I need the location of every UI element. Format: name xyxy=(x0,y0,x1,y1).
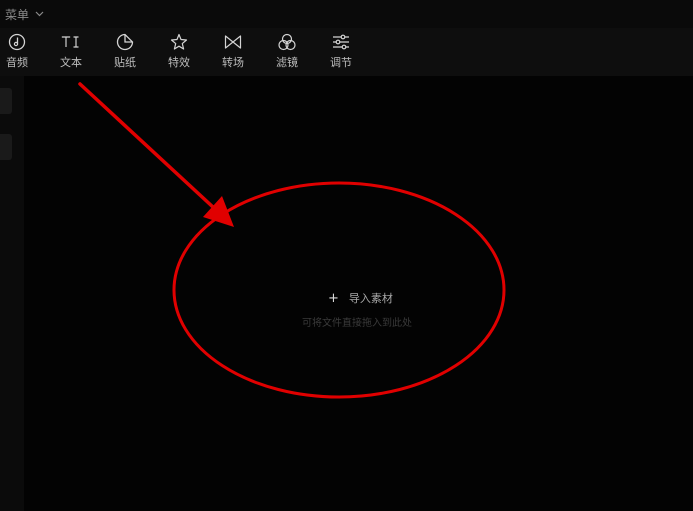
tool-text[interactable]: 文本 xyxy=(49,32,93,74)
filter-icon xyxy=(277,32,297,52)
left-panel-tab-2[interactable] xyxy=(0,134,12,160)
tool-audio-label: 音频 xyxy=(6,56,28,69)
sticker-icon xyxy=(115,32,135,52)
import-media-label: 导入素材 xyxy=(348,292,393,305)
drag-drop-hint: 可将文件直接拖入到此处 xyxy=(302,318,412,329)
tool-adjust-label: 调节 xyxy=(330,56,352,69)
media-toolbar: 音频 文本 贴纸 特效 转场 滤镜 调节 xyxy=(0,28,693,76)
tool-filter[interactable]: 滤镜 xyxy=(265,32,309,74)
menu-label: 菜单 xyxy=(5,7,30,22)
import-media-button[interactable]: + 导入素材 xyxy=(328,290,393,306)
import-drop-zone[interactable]: + 导入素材 可将文件直接拖入到此处 xyxy=(24,76,693,511)
media-library-panel: + 导入素材 可将文件直接拖入到此处 xyxy=(24,76,693,511)
tool-sticker[interactable]: 贴纸 xyxy=(103,32,147,74)
text-icon xyxy=(61,32,81,52)
tool-effects-label: 特效 xyxy=(168,56,190,69)
video-editor-window: 菜单 音频 文本 贴纸 特效 转场 滤镜 调节 + 导入素材 可将文件直接拖入到… xyxy=(0,0,693,511)
transition-icon xyxy=(223,32,243,52)
left-side-panel xyxy=(0,76,24,511)
tool-text-label: 文本 xyxy=(60,56,82,69)
plus-icon: + xyxy=(328,290,339,306)
audio-icon xyxy=(7,32,27,52)
menu-bar: 菜单 xyxy=(0,0,693,28)
left-panel-tab-1[interactable] xyxy=(0,88,12,114)
tool-transition[interactable]: 转场 xyxy=(211,32,255,74)
tool-effects[interactable]: 特效 xyxy=(157,32,201,74)
effects-icon xyxy=(169,32,189,52)
tool-transition-label: 转场 xyxy=(222,56,244,69)
chevron-down-icon xyxy=(35,11,44,17)
adjust-icon xyxy=(331,32,351,52)
tool-sticker-label: 贴纸 xyxy=(114,56,136,69)
tool-filter-label: 滤镜 xyxy=(276,56,298,69)
tool-adjust[interactable]: 调节 xyxy=(319,32,363,74)
tool-audio[interactable]: 音频 xyxy=(0,32,39,74)
main-menu-button[interactable]: 菜单 xyxy=(5,5,44,23)
